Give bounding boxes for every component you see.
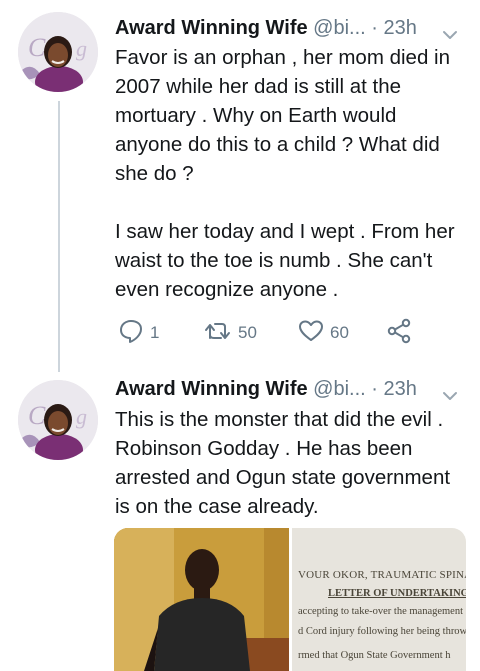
letter-text-line: LETTER OF UNDERTAKING — [328, 588, 466, 599]
author-name[interactable]: Award Winning Wife — [115, 17, 308, 39]
timestamp[interactable]: 23h — [384, 378, 417, 400]
like-button[interactable]: 60 — [298, 318, 349, 348]
svg-text:g: g — [76, 404, 87, 429]
retweet-icon — [204, 318, 232, 349]
timestamp[interactable]: 23h — [384, 17, 417, 39]
photo-suspect[interactable] — [114, 528, 289, 671]
share-button[interactable] — [386, 318, 412, 348]
tweet-text: This is the monster that did the evil . … — [115, 408, 451, 518]
letter-text-line: accepting to take-over the management o — [298, 606, 466, 617]
retweet-count: 50 — [238, 323, 257, 342]
avatar[interactable]: C g — [18, 380, 98, 460]
like-count: 60 — [330, 323, 349, 342]
tweet-media[interactable]: VOUR OKOR, TRAUMATIC SPINAL C LETTER OF … — [114, 528, 466, 671]
tweet-header: Award Winning Wife @bi... · 23h — [115, 375, 468, 403]
separator-dot: · — [371, 378, 378, 400]
heart-icon — [298, 319, 324, 348]
share-icon — [386, 318, 412, 349]
author-handle[interactable]: @bi... — [313, 17, 366, 39]
separator-dot: · — [371, 17, 378, 39]
tweet[interactable]: C g Award Winning Wife @bi... · 23h Favo… — [0, 0, 480, 380]
tweet-text: Favor is an orphan , her mom died in 200… — [115, 46, 455, 301]
avatar[interactable]: C g — [18, 12, 98, 92]
photo-letter-of-undertaking[interactable]: VOUR OKOR, TRAUMATIC SPINAL C LETTER OF … — [292, 528, 466, 671]
reply-button[interactable]: 1 — [118, 318, 159, 348]
reply-count: 1 — [150, 323, 160, 342]
svg-text:C: C — [28, 401, 46, 430]
tweet-header: Award Winning Wife @bi... · 23h — [115, 14, 468, 42]
letter-text-line: VOUR OKOR, TRAUMATIC SPINAL C — [298, 569, 466, 581]
svg-text:g: g — [76, 36, 87, 61]
reply-icon — [118, 318, 144, 349]
author-name[interactable]: Award Winning Wife — [115, 378, 308, 400]
author-handle[interactable]: @bi... — [313, 378, 366, 400]
tweet-actions: 1 50 60 — [118, 318, 418, 348]
retweet-button[interactable]: 50 — [204, 318, 257, 348]
letter-text-line: d Cord injury following her being thrown… — [298, 626, 466, 637]
letter-text-line: rmed that Ogun State Government h — [298, 650, 451, 661]
svg-text:C: C — [28, 33, 46, 62]
